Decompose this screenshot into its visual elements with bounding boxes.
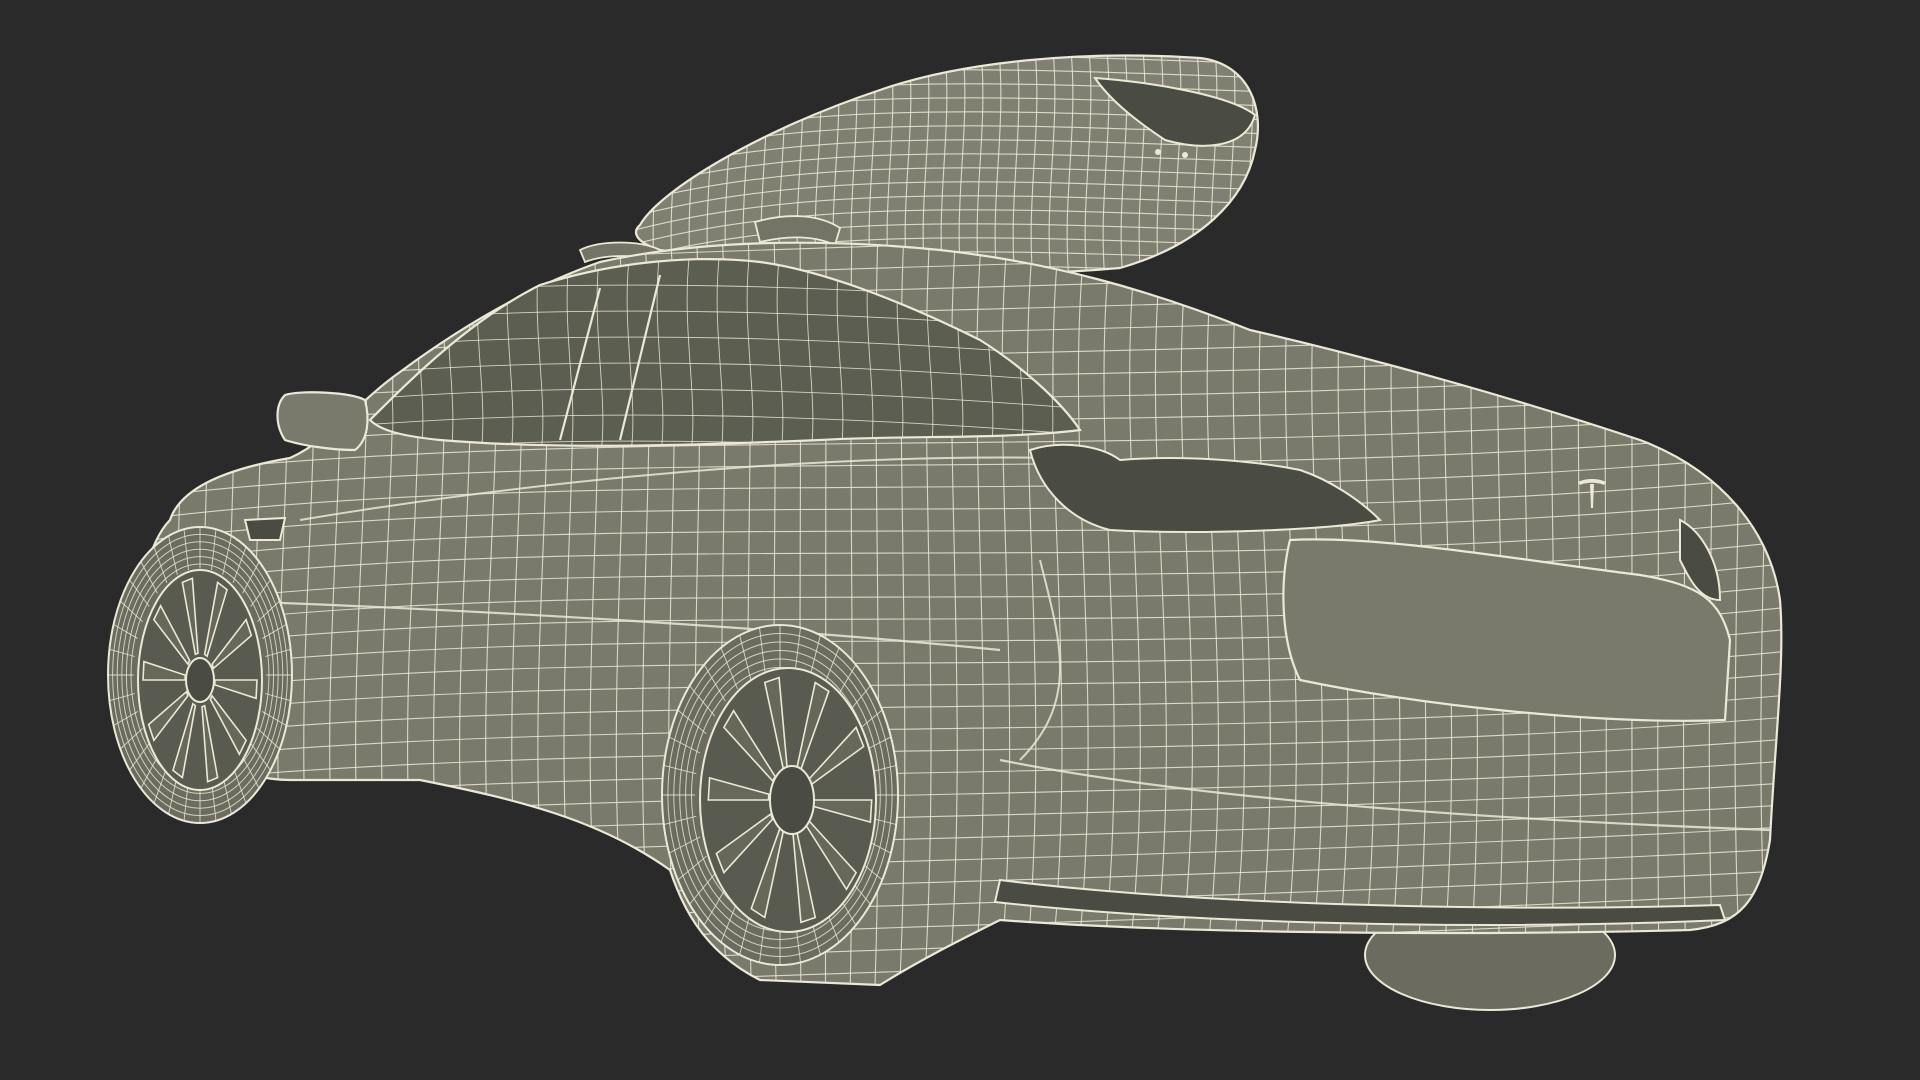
rear-hub [769,765,815,835]
front-wheel [107,526,293,824]
box-lock-dot [1155,149,1161,155]
box-lock-dot [1182,152,1188,158]
side-mirror [276,391,369,452]
car-wireframe-render [107,54,1783,1011]
side-indicator [243,516,287,541]
car-body [139,241,1783,987]
rear-wheel [661,624,899,966]
front-hub [185,657,215,703]
render-viewport [0,0,1920,1080]
